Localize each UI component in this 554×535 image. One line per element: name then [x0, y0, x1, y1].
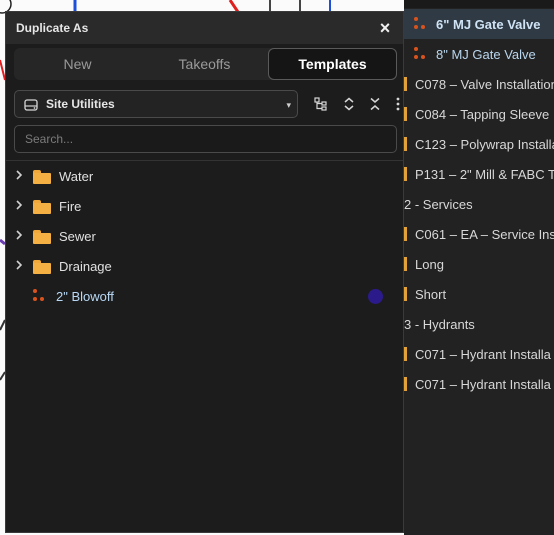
- item-color-bar: [404, 347, 407, 361]
- tree-template-blowoff[interactable]: 2" Blowoff: [6, 281, 403, 311]
- chevron-right-icon[interactable]: [15, 229, 25, 243]
- right-list-label: P131 – 2" Mill & FABC T: [415, 166, 554, 182]
- template-toolbar: Site Utilities ▾: [14, 90, 400, 118]
- right-list-item[interactable]: C071 – Hydrant Installa: [404, 369, 554, 399]
- folder-icon: [33, 169, 51, 184]
- item-color-bar: [404, 137, 407, 151]
- dialog-title: Duplicate As: [16, 21, 89, 35]
- right-list-label: C078 – Valve Installation: [415, 76, 554, 92]
- expand-all-icon[interactable]: [340, 94, 358, 114]
- template-source-dropdown[interactable]: Site Utilities ▾: [14, 90, 298, 118]
- folder-icon: [33, 229, 51, 244]
- right-list-label: C123 – Polywrap Installation: [415, 136, 554, 152]
- item-color-bar: [404, 257, 407, 271]
- drive-icon: [24, 98, 38, 111]
- tab-strip: New Takeoffs Templates: [14, 48, 397, 80]
- right-list-label: Short: [415, 286, 447, 302]
- right-list-label: 8" MJ Gate Valve: [436, 46, 536, 62]
- right-list-template-item[interactable]: 6" MJ Gate Valve: [404, 9, 554, 39]
- tab-takeoffs[interactable]: Takeoffs: [141, 48, 268, 80]
- right-list-item[interactable]: C084 – Tapping Sleeve: [404, 99, 554, 129]
- color-swatch[interactable]: [368, 289, 383, 304]
- search-input[interactable]: [14, 125, 397, 153]
- tree-folder-fire[interactable]: Fire: [6, 191, 403, 221]
- right-list-item[interactable]: C061 – EA – Service Ins: [404, 219, 554, 249]
- right-list-group-header[interactable]: 3 - Hydrants: [404, 309, 554, 339]
- item-color-bar: [404, 287, 407, 301]
- dropdown-selected-value: Site Utilities: [46, 97, 115, 111]
- template-dots-icon: [414, 47, 428, 61]
- right-list-panel[interactable]: 6" MJ Gate Valve 8" MJ Gate Valve C078 – V…: [404, 0, 554, 535]
- right-list-label: 3 - Hydrants: [404, 316, 475, 332]
- duplicate-as-dialog: Duplicate As × New Takeoffs Templates Si…: [5, 11, 404, 533]
- dialog-title-bar: Duplicate As ×: [6, 12, 403, 44]
- tree-folder-water[interactable]: Water: [6, 161, 403, 191]
- right-list-item[interactable]: C078 – Valve Installation: [404, 69, 554, 99]
- right-list-label: 2 - Services: [404, 196, 473, 212]
- right-list-label: C084 – Tapping Sleeve: [415, 106, 550, 122]
- tree-folder-sewer[interactable]: Sewer: [6, 221, 403, 251]
- right-list-label: C061 – EA – Service Ins: [415, 226, 554, 242]
- chevron-right-icon[interactable]: [15, 259, 25, 273]
- tree-folder-drainage[interactable]: Drainage: [6, 251, 403, 281]
- template-tree: Water Fire Sewer Drainage 2" Blowoff: [6, 161, 403, 311]
- tab-templates[interactable]: Templates: [268, 48, 397, 80]
- folder-icon: [33, 199, 51, 214]
- folder-label: Water: [59, 168, 94, 184]
- right-list-item[interactable]: C123 – Polywrap Installation: [404, 129, 554, 159]
- right-list-item[interactable]: Long: [404, 249, 554, 279]
- template-label: 2" Blowoff: [56, 288, 114, 304]
- item-color-bar: [404, 377, 407, 391]
- folder-icon: [33, 259, 51, 274]
- right-list-item[interactable]: C071 – Hydrant Installa: [404, 339, 554, 369]
- collapse-all-icon[interactable]: [366, 94, 384, 114]
- item-color-bar: [404, 227, 407, 241]
- chevron-down-icon: ▾: [286, 100, 291, 110]
- folder-label: Drainage: [59, 258, 112, 274]
- folder-label: Sewer: [59, 228, 96, 244]
- template-dots-icon: [33, 289, 47, 303]
- item-color-bar: [404, 167, 407, 181]
- chevron-right-icon[interactable]: [15, 169, 25, 183]
- folder-label: Fire: [59, 198, 82, 214]
- template-dots-icon: [414, 17, 428, 31]
- tree-hierarchy-icon[interactable]: [312, 94, 330, 114]
- item-color-bar: [404, 77, 407, 91]
- right-list-label: Long: [415, 256, 444, 272]
- close-icon[interactable]: ×: [375, 18, 395, 38]
- right-list-label: 6" MJ Gate Valve: [436, 16, 541, 32]
- right-list-group-header[interactable]: 2 - Services: [404, 189, 554, 219]
- right-panel-header: [404, 0, 554, 8]
- chevron-right-icon[interactable]: [15, 199, 25, 213]
- right-list-item[interactable]: P131 – 2" Mill & FABC T: [404, 159, 554, 189]
- right-list-item[interactable]: Short: [404, 279, 554, 309]
- right-list-label: C071 – Hydrant Installa: [415, 346, 551, 362]
- right-list-template-item[interactable]: 8" MJ Gate Valve: [404, 39, 554, 69]
- right-list-label: C071 – Hydrant Installa: [415, 376, 551, 392]
- more-vertical-icon[interactable]: [389, 94, 407, 114]
- tab-new[interactable]: New: [14, 48, 141, 80]
